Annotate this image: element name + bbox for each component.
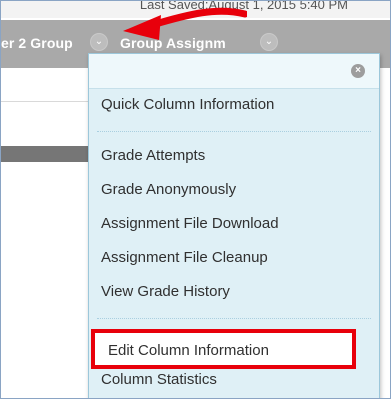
menu-item-quick-column-information[interactable]: Quick Column Information xyxy=(101,96,274,113)
highlight-box: Edit Column Information xyxy=(91,329,356,369)
grid-row-bar xyxy=(1,146,91,162)
close-icon[interactable]: × xyxy=(351,64,365,78)
menu-separator xyxy=(97,318,371,319)
menu-item-grade-anonymously[interactable]: Grade Anonymously xyxy=(101,181,236,198)
menu-item-edit-column-information[interactable]: Edit Column Information xyxy=(108,342,269,359)
grid-divider xyxy=(1,101,91,102)
red-arrow-annotation xyxy=(123,7,247,40)
column-header-group-2[interactable]: er 2 Group xyxy=(1,35,73,51)
menu-item-view-grade-history[interactable]: View Grade History xyxy=(101,283,230,300)
chevron-down-icon[interactable]: ⌄ xyxy=(260,33,278,51)
menu-item-assignment-file-download[interactable]: Assignment File Download xyxy=(101,215,279,232)
menu-item-assignment-file-cleanup[interactable]: Assignment File Cleanup xyxy=(101,249,268,266)
menu-separator xyxy=(97,131,371,132)
gradebook-window: Last Saved:August 1, 2015 5:40 PM er 2 G… xyxy=(0,0,391,399)
menu-item-column-statistics[interactable]: Column Statistics xyxy=(101,371,217,388)
menu-item-grade-attempts[interactable]: Grade Attempts xyxy=(101,147,205,164)
menu-search-bar: × xyxy=(89,54,379,89)
